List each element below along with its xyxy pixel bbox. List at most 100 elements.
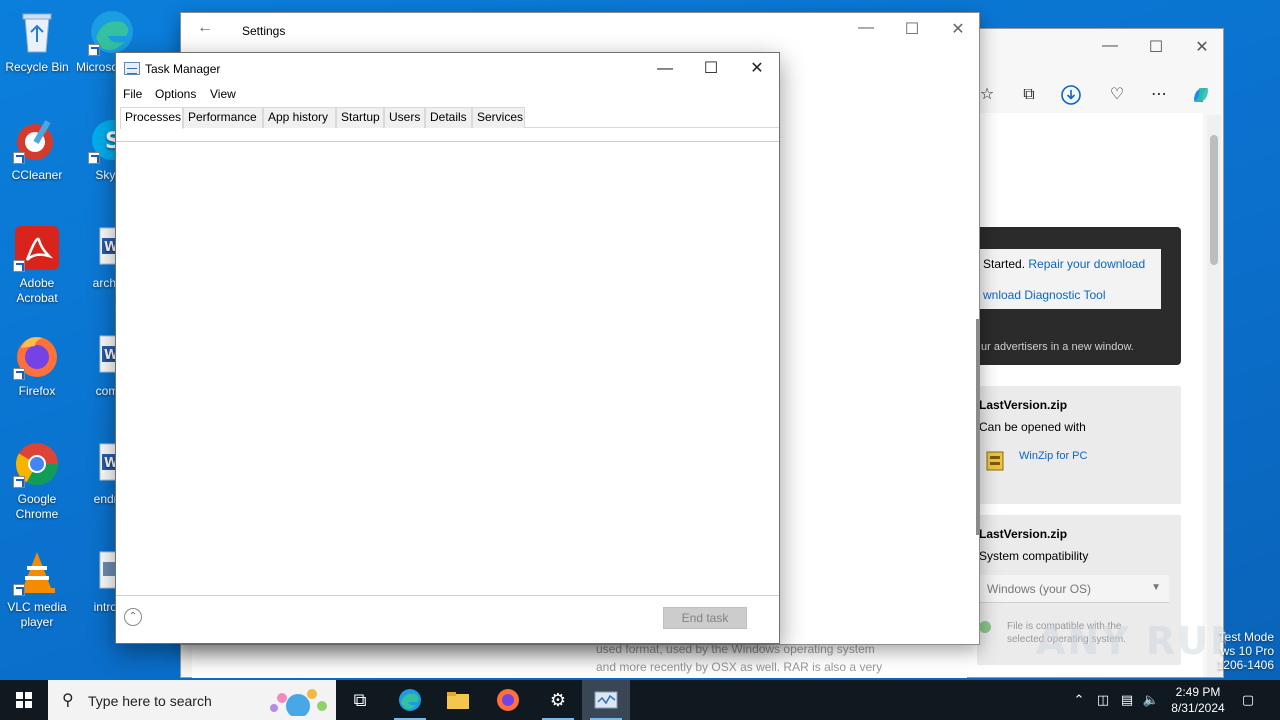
system-compatibility-label: System compatibility [979,549,1089,563]
taskbar-firefox-button[interactable] [484,680,532,720]
taskbar-file-explorer-button[interactable] [434,680,482,720]
firefox-icon [13,332,61,380]
desktop-icon-chrome[interactable]: Google Chrome [1,440,73,522]
windows-logo-icon [16,692,32,708]
watermark-text: ANY RUN [1036,619,1226,663]
desktop-icon-recycle-bin[interactable]: Recycle Bin [1,8,73,75]
shortcut-arrow-icon [13,368,25,380]
start-button[interactable] [0,680,48,720]
opened-with-label: Can be opened with [979,420,1086,434]
settings-close-button[interactable]: ✕ [935,19,981,39]
task-manager-window[interactable]: Task Manager — ☐ ✕ File Options View Pro… [115,52,780,644]
tab-users[interactable]: Users [384,107,425,128]
taskbar-edge-button[interactable] [386,680,434,720]
desktop-icon-label: Recycle Bin [5,60,69,74]
chrome-icon [13,440,61,488]
search-highlight-illustration-icon [262,684,332,718]
tab-details[interactable]: Details [425,107,472,128]
test-mode-line-1: Test Mode [1218,630,1274,644]
settings-scrollbar[interactable] [976,319,979,535]
os-select[interactable]: Windows (your OS) ▼ [979,575,1169,603]
file-name: LastVersion.zip [979,398,1068,412]
task-manager-title: Task Manager [145,62,221,76]
test-mode-notice: Test Mode ws 10 Pro 1206-1406 [1217,630,1274,672]
edge-scrollbar-thumb[interactable] [1210,135,1218,265]
repair-download-link[interactable]: Repair your download [1028,257,1145,271]
downloads-icon[interactable] [1061,85,1081,105]
edge-maximize-button[interactable]: ☐ [1133,37,1179,57]
minimize-button[interactable]: — [642,55,688,83]
end-task-button[interactable]: End task [663,607,747,629]
tray-device-icon[interactable]: ◫ [1094,680,1112,720]
close-button[interactable]: ✕ [734,55,780,83]
settings-minimize-button[interactable]: — [843,19,889,37]
chevron-down-icon: ▼ [1151,582,1161,593]
menu-file[interactable]: File [123,87,142,101]
desktop-icon-label: Adobe Acrobat [16,276,58,305]
tab-app-history[interactable]: App history [263,107,336,128]
clock[interactable]: 2:49 PM 8/31/2024 [1166,684,1230,716]
task-manager-footer: ⌃ End task [116,595,779,643]
menu-bar: File Options View [116,83,779,103]
desktop-icon-label: VLC media player [7,600,67,629]
test-mode-line-3: 1206-1406 [1216,658,1274,672]
desktop-icon-label: CCleaner [11,168,63,182]
menu-options[interactable]: Options [155,87,196,101]
search-placeholder: Type here to search [88,693,212,709]
shortcut-arrow-icon [88,44,100,56]
copilot-icon[interactable] [1191,85,1211,105]
watermark: ANY RUN [1036,608,1242,668]
tab-performance[interactable]: Performance [183,107,263,128]
page-bottom-text-2: and more recently by OSX as well. RAR is… [596,660,883,674]
search-icon: ⚲ [62,692,74,709]
volume-icon[interactable]: 🔈 [1142,680,1160,720]
taskbar-task-manager-button[interactable] [582,680,630,720]
diagnostic-tool-link[interactable]: wnload Diagnostic Tool [983,288,1106,302]
settings-maximize-button[interactable]: ☐ [889,19,935,39]
desktop-icon-vlc[interactable]: VLC media player [1,548,73,630]
show-hidden-icons-chevron-icon[interactable]: ⌃ [1070,680,1088,720]
winzip-link[interactable]: WinZip for PC [1019,450,1087,462]
shortcut-arrow-icon [13,584,25,596]
edge-scrollbar[interactable] [1207,115,1221,677]
processes-list-area[interactable] [116,141,779,596]
vlc-cone-icon [13,548,61,596]
fewer-details-chevron-up-icon[interactable]: ⌃ [124,608,142,626]
menu-view[interactable]: View [210,87,236,101]
edge-minimize-button[interactable]: — [1087,37,1133,55]
desktop-icon-acrobat[interactable]: Adobe Acrobat [1,224,73,306]
network-icon[interactable]: ▤ [1118,680,1136,720]
maximize-button[interactable]: ☐ [688,55,734,83]
desktop-icon-label: Google Chrome [15,492,59,521]
shortcut-arrow-icon [13,476,25,488]
tab-services[interactable]: Services [472,107,525,128]
started-line: Started. Repair your download [983,257,1145,271]
check-circle-icon [979,621,991,633]
search-box[interactable]: ⚲ Type here to search [48,680,336,720]
favorites-icon[interactable]: ☆ [977,85,997,105]
browser-essentials-icon[interactable]: ♡ [1107,85,1127,105]
back-arrow-icon[interactable]: ← [197,19,213,37]
clock-date: 8/31/2024 [1171,701,1225,715]
settings-title: Settings [242,24,286,38]
tab-processes[interactable]: Processes [120,107,183,129]
recycle-bin-icon [13,8,61,56]
winzip-icon [984,449,1008,475]
os-select-value: Windows (your OS) [987,582,1092,596]
task-manager-titlebar: Task Manager — ☐ ✕ [116,53,779,83]
tab-startup[interactable]: Startup [336,107,384,128]
desktop-icon-firefox[interactable]: Firefox [1,332,73,399]
more-options-icon[interactable]: ⋯ [1149,85,1169,105]
ccleaner-icon [13,116,61,164]
desktop-icon-ccleaner[interactable]: CCleaner [1,116,73,183]
taskbar-settings-button[interactable]: ⚙ [534,680,582,720]
clock-time: 2:49 PM [1175,685,1221,699]
collections-icon[interactable]: ⧉ [1019,85,1039,105]
task-view-button[interactable]: ⧉ [336,680,384,720]
acrobat-icon [13,224,61,272]
taskbar: ⚲ Type here to search ⧉ ⚙ ⌃ ◫ ▤ 🔈 2:49 P… [0,680,1280,720]
edge-close-button[interactable]: ✕ [1179,37,1225,57]
notifications-icon[interactable]: ▢ [1236,680,1260,720]
desktop-icon-label: Firefox [18,384,56,398]
file-name-2: LastVersion.zip [979,527,1068,541]
